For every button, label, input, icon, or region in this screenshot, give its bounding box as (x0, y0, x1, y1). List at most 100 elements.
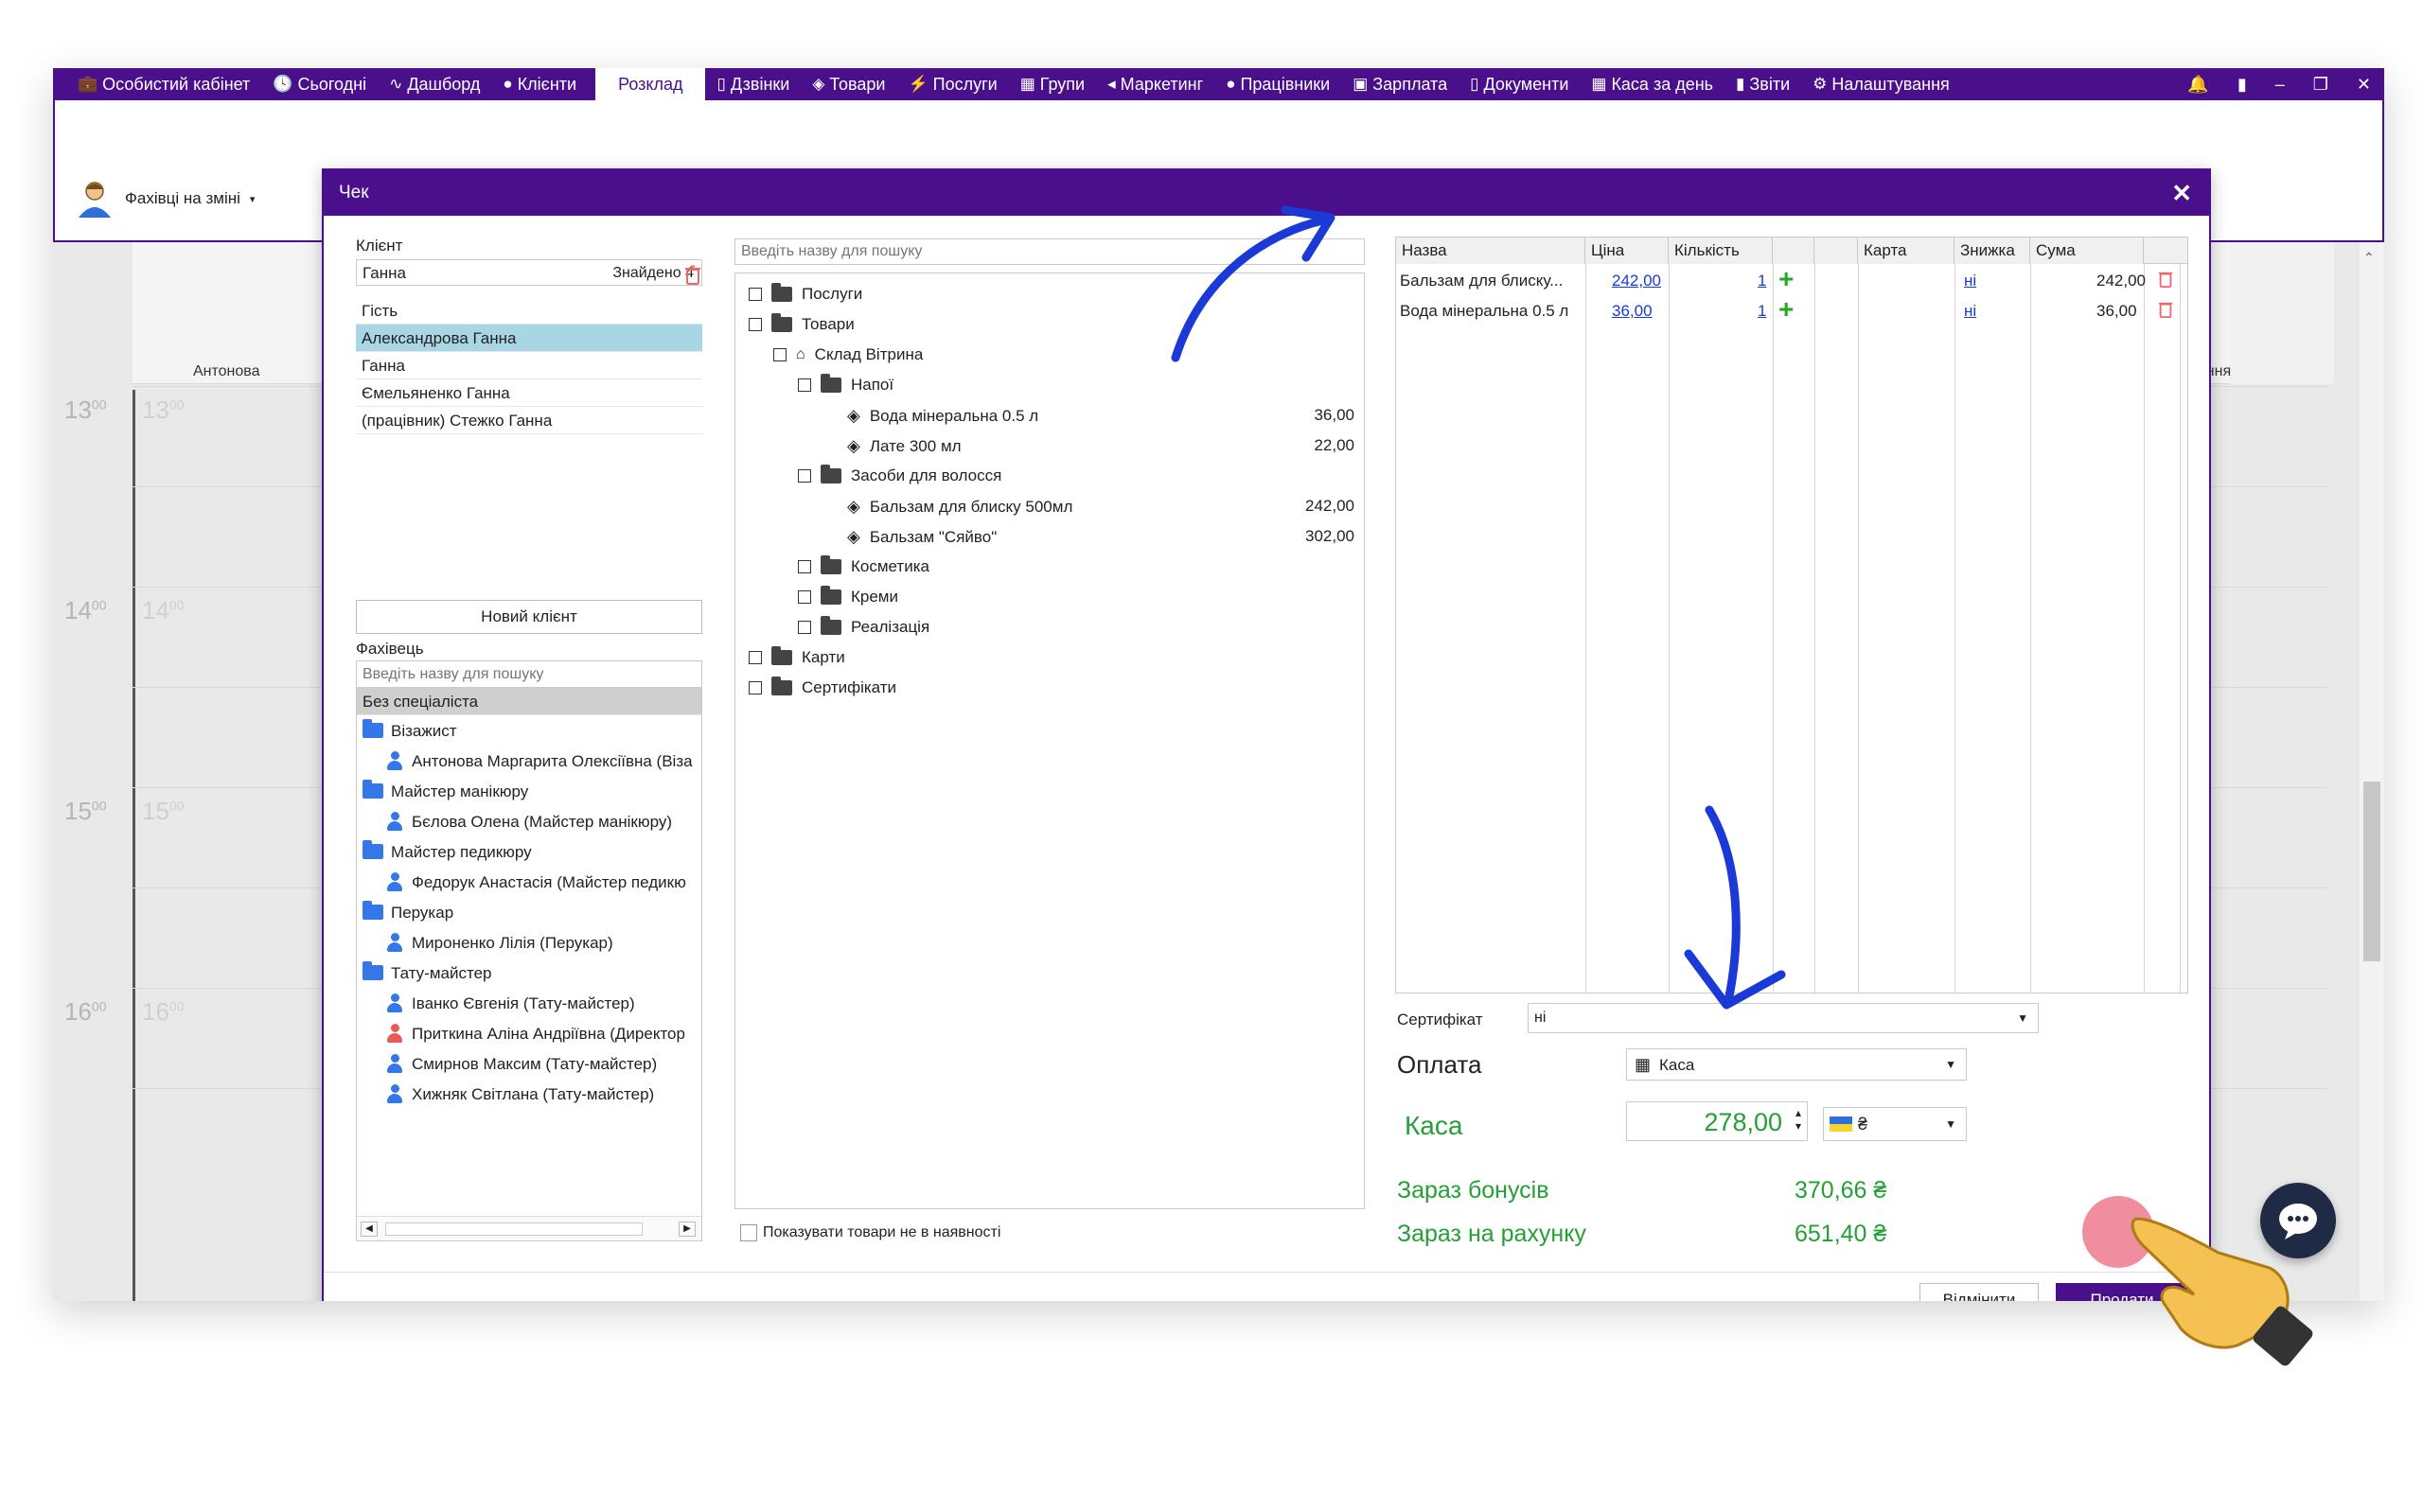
product-water[interactable]: ◈ Вода мінеральна 0.5 л (847, 406, 1038, 426)
scroll-left-icon[interactable]: ◀ (361, 1222, 378, 1237)
scrollbar-vertical[interactable]: ⌃ (2360, 242, 2384, 1301)
nav-item-11[interactable]: ▣ Зарплата (1341, 68, 1459, 100)
client-result-item[interactable]: Ємельяненко Ганна (356, 379, 702, 407)
specialist-group[interactable]: Візажист (357, 715, 701, 746)
nav-item-8[interactable]: ▦ Групи (1009, 68, 1096, 100)
nav-item-14[interactable]: ▮ Звіти (1724, 68, 1801, 100)
nav-item-10[interactable]: ● Працівники (1214, 68, 1341, 100)
tree-node-warehouse[interactable]: ⌂ Склад Вітрина (773, 345, 923, 364)
user-icon (387, 993, 402, 1012)
show-out-of-stock-checkbox[interactable]: Показувати товари не в наявності (740, 1224, 1000, 1241)
tree-node-drinks[interactable]: Напої (798, 374, 893, 395)
tree-node-realization[interactable]: Реалізація (798, 616, 929, 637)
payment-method-select[interactable]: ▦ Каса ▼ (1626, 1048, 1967, 1081)
nav-item-15[interactable]: ⚙ Налаштування (1801, 68, 1961, 100)
nav-item-13[interactable]: ▦ Каса за день (1580, 68, 1724, 100)
client-result-item[interactable]: (працівник) Стежко Ганна (356, 407, 702, 434)
bell-icon[interactable]: 🔔 (2187, 75, 2208, 95)
hour-label: 1300 (64, 396, 107, 424)
certificate-label: Сертифікат (1397, 1011, 1483, 1029)
client-search-input[interactable]: Ганна Знайдено 4 (356, 259, 702, 286)
nav-item-2[interactable]: ∿ Дашборд (378, 68, 491, 100)
specialist-item[interactable]: Федорук Анастасія (Майстер педикю (357, 867, 701, 897)
scroll-right-icon[interactable]: ▶ (679, 1222, 696, 1237)
nav-item-4[interactable]: Розклад (595, 68, 706, 100)
specialist-item[interactable]: Бєлова Олена (Майстер манікюру) (357, 806, 701, 836)
folder-icon (771, 646, 792, 665)
currency-select[interactable]: ₴ ▼ (1823, 1107, 1967, 1141)
folder-icon (771, 313, 792, 332)
product-latte[interactable]: ◈ Лате 300 мл (847, 436, 962, 456)
receipt-item-price[interactable]: 242,00 (1612, 272, 1661, 290)
restore-icon[interactable]: ❐ (2313, 75, 2328, 95)
specialist-group-label: Тату-майстер (391, 963, 492, 982)
folder-icon (363, 840, 383, 859)
nav-item-0[interactable]: 💼 Особистий кабінет (66, 68, 261, 100)
scrollbar-horizontal[interactable]: ◀ ▶ (357, 1216, 701, 1240)
receipt-item-qty[interactable]: 1 (1758, 302, 1766, 321)
groups-icon: ▦ (1019, 75, 1035, 93)
nav-item-3[interactable]: ● Клієнти (491, 68, 588, 100)
folder-icon (363, 901, 383, 920)
cash-amount-input[interactable]: 278,00 ▴ ▾ (1626, 1101, 1808, 1141)
gear-icon: ⚙ (1813, 75, 1828, 93)
specialist-group[interactable]: Тату-майстер (357, 958, 701, 988)
new-client-button[interactable]: Новий клієнт (356, 600, 702, 634)
nav-item-6[interactable]: ◈ Товари (801, 68, 896, 100)
tree-node-certificates[interactable]: Сертифікати (749, 677, 896, 697)
close-icon[interactable]: ✕ (2171, 176, 2192, 210)
add-quantity-icon[interactable]: + (1778, 296, 1794, 323)
nav-item-12[interactable]: ▯ Документи (1459, 68, 1580, 100)
tree-node-goods[interactable]: Товари (749, 313, 855, 334)
tree-node-cosmetics[interactable]: Косметика (798, 555, 929, 576)
client-result-item[interactable]: Ганна (356, 352, 702, 379)
specialist-item[interactable]: Приткина Аліна Андріївна (Директор (357, 1018, 701, 1048)
nav-item-7[interactable]: ⚡ Послуги (896, 68, 1008, 100)
specialist-item[interactable]: Смирнов Максим (Тату-майстер) (357, 1048, 701, 1079)
nav-item-1[interactable]: 🕓 Сьогодні (261, 68, 378, 100)
tree-node-creams[interactable]: Креми (798, 586, 898, 607)
staff-on-shift-dropdown[interactable]: Фахівці на зміні ▾ (74, 178, 255, 220)
specialist-group[interactable]: Майстер педикюру (357, 836, 701, 867)
specialist-item[interactable]: Іванко Євгенія (Тату-майстер) (357, 988, 701, 1018)
clear-client-trash-icon[interactable] (683, 265, 702, 290)
spinner-icon[interactable]: ▴ ▾ (1795, 1106, 1801, 1133)
nav-item-5[interactable]: ▯ Дзвінки (705, 68, 801, 100)
remove-item-trash-icon[interactable] (2157, 300, 2174, 324)
user-icon: ● (1226, 75, 1236, 93)
nav-item-9[interactable]: ◂ Маркетинг (1096, 68, 1214, 100)
receipt-column-header: Ціна (1585, 237, 1669, 264)
folder-icon (821, 555, 841, 574)
nav-item-label: Маркетинг (1120, 74, 1204, 94)
specialist-group[interactable]: Майстер манікюру (357, 776, 701, 806)
receipt-item-qty[interactable]: 1 (1758, 272, 1766, 290)
clipboard-icon[interactable]: ▮ (2237, 75, 2247, 95)
receipt-item-price[interactable]: 36,00 (1612, 302, 1653, 321)
specialist-item[interactable]: Хижняк Світлана (Тату-майстер) (357, 1079, 701, 1109)
add-quantity-icon[interactable]: + (1778, 266, 1794, 292)
nav-item-label: Звіти (1749, 74, 1791, 94)
receipt-item-discount[interactable]: ні (1964, 272, 1976, 290)
user-icon (387, 1024, 402, 1043)
client-result-item[interactable]: Гість (356, 297, 702, 325)
column-header-antonova[interactable]: Антонова (193, 363, 260, 380)
tree-node-services[interactable]: Послуги (749, 283, 862, 304)
cancel-button[interactable]: Відмінити (1919, 1283, 2039, 1301)
no-specialist-item[interactable]: Без спеціаліста (357, 688, 701, 715)
minimize-icon[interactable]: – (2275, 75, 2285, 95)
calculator-icon: ▦ (1591, 75, 1607, 93)
tree-node-hair[interactable]: Засоби для волосся (798, 465, 1001, 485)
specialist-search-input[interactable] (357, 661, 701, 688)
specialist-group[interactable]: Перукар (357, 897, 701, 927)
client-result-item[interactable]: Александрова Ганна (356, 325, 702, 352)
chat-button[interactable] (2260, 1183, 2336, 1258)
remove-item-trash-icon[interactable] (2157, 270, 2174, 293)
specialist-name: Іванко Євгенія (Тату-майстер) (412, 993, 635, 1012)
specialist-item[interactable]: Антонова Маргарита Олексіївна (Віза (357, 746, 701, 776)
product-balm-radiance[interactable]: ◈ Бальзам "Сяйво" (847, 527, 997, 547)
specialist-item[interactable]: Мироненко Лілія (Перукар) (357, 927, 701, 958)
close-window-icon[interactable]: ✕ (2357, 75, 2371, 95)
tree-node-cards[interactable]: Карти (749, 646, 845, 667)
product-balm-shine[interactable]: ◈ Бальзам для блиску 500мл (847, 497, 1072, 517)
receipt-item-discount[interactable]: ні (1964, 302, 1976, 321)
